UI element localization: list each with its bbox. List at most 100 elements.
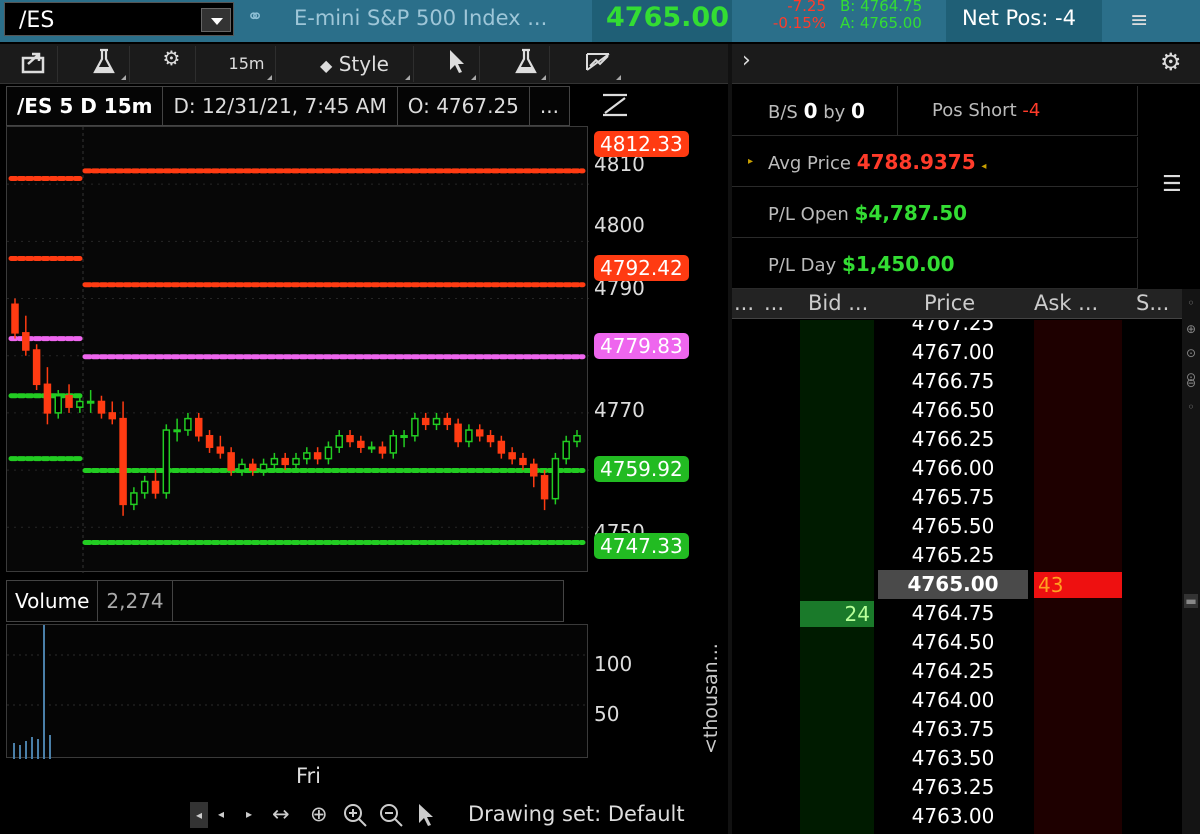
symbol-selector[interactable]: /ES [4, 2, 234, 36]
candle-body [432, 417, 441, 426]
net-change-percent: -0.15% [772, 14, 826, 32]
ladder-price-row[interactable]: 4763.75 [878, 715, 1028, 744]
candle-body [130, 492, 138, 506]
candle-body [508, 452, 516, 460]
candle-body [11, 303, 19, 334]
pointer-icon[interactable] [416, 802, 436, 833]
zoom-out-icon[interactable]: ⊖ [1184, 376, 1198, 390]
share-icon[interactable] [10, 46, 58, 82]
candle-body [76, 400, 84, 408]
flask-icon[interactable] [502, 46, 550, 82]
crosshair-icon[interactable]: ⊕ [310, 802, 328, 826]
ladder-price-row[interactable]: 4766.50 [878, 396, 1028, 425]
candle-body [389, 435, 398, 454]
gear-icon[interactable]: ⚙ [1160, 48, 1182, 76]
zoom-in-icon[interactable] [342, 802, 368, 833]
volume-bar-group [13, 625, 51, 759]
candle-body [238, 463, 246, 471]
scroll-icon[interactable]: ⊙ [1184, 346, 1198, 360]
ladder-price-row[interactable]: 4766.75 [878, 367, 1028, 396]
pl-open-label: P/L Open [768, 204, 849, 225]
ladder-col-header[interactable]: ... [764, 291, 784, 315]
net-position: Net Pos: -4 [962, 6, 1076, 30]
price-header[interactable]: Price [924, 291, 975, 315]
small-arrow-icon[interactable]: ◂ [218, 807, 224, 821]
price-column[interactable]: 4767.25 4767.00 4766.75 4766.50 4766.25 4766.… [878, 320, 1028, 834]
bid-size-cell[interactable]: 24 [800, 601, 874, 627]
ladder-price-row[interactable]: 4766.25 [878, 425, 1028, 454]
scroll-icon[interactable]: ◦ [1184, 400, 1198, 414]
scroll-up-icon[interactable]: ◦ [1184, 296, 1198, 310]
cursor-icon[interactable] [432, 46, 480, 82]
ladder-price-row[interactable]: 4765.25 [878, 541, 1028, 570]
zoom-fit-icon[interactable]: ↔ [272, 802, 290, 826]
link-icon[interactable]: ⚭ [244, 4, 266, 34]
bs-cell: B/S 0 by 0 [732, 86, 898, 136]
bid-size-header[interactable]: Bid ... [808, 291, 868, 315]
chart-symbol-period[interactable]: /ES 5 D 15m [7, 87, 164, 125]
left-arrow-icon: ▸ [748, 156, 754, 167]
ladder-price-row[interactable]: 4767.25 [878, 320, 1028, 338]
ladder-price-row[interactable]: 4764.25 [878, 657, 1028, 686]
candle-body [346, 435, 354, 443]
gear-icon[interactable]: ⚙ [148, 46, 196, 82]
symbol-dropdown-button[interactable] [201, 8, 231, 32]
candle-body [173, 429, 181, 433]
price-plot[interactable] [6, 126, 589, 573]
sell-header[interactable]: S... [1136, 291, 1169, 315]
position-menu-icon[interactable]: ☰ [1162, 172, 1182, 197]
chart-header-more[interactable]: ... [530, 87, 569, 125]
ladder-price-row[interactable]: 4765.75 [878, 483, 1028, 512]
candle-body [65, 394, 73, 408]
candlestick-chart[interactable] [7, 127, 589, 573]
center-button[interactable]: ▬ [1184, 594, 1198, 608]
ladder-price-row[interactable]: 4766.00 [878, 454, 1028, 483]
price-ladder[interactable]: 4767.25 4767.00 4766.75 4766.50 4766.25 4766.… [732, 320, 1182, 834]
ladder-price-row[interactable]: 4763.00 [878, 802, 1028, 831]
net-change-value: -7.25 [787, 0, 826, 15]
drawing-icon[interactable] [600, 90, 630, 120]
volume-plot[interactable] [6, 624, 589, 759]
bs-qty: 0 [803, 99, 818, 123]
volume-label[interactable]: Volume [7, 581, 99, 621]
style-button[interactable]: ◆ Style [296, 46, 414, 82]
current-price-row[interactable]: 4765.00 [878, 570, 1028, 599]
ask-size-cell[interactable]: 43 [1034, 572, 1122, 598]
candle-body [205, 435, 214, 448]
right-arrow-icon: ◂ [981, 161, 987, 172]
zoom-in-icon[interactable]: ⊕ [1184, 322, 1198, 336]
ladder-price-row[interactable]: 4764.50 [878, 628, 1028, 657]
candle-body [292, 457, 300, 466]
zoom-out-icon[interactable] [378, 802, 404, 833]
ask-size-header[interactable]: Ask ... [1034, 291, 1098, 315]
ladder-price-row[interactable]: 4764.75 [878, 599, 1028, 628]
bid-column[interactable] [800, 320, 874, 834]
ladder-col-header[interactable]: ... [734, 291, 754, 315]
candle-body [562, 440, 570, 460]
studies-flask-icon[interactable] [78, 46, 130, 82]
bs-price: 0 [851, 99, 865, 123]
drawing-set-selector[interactable]: Drawing set: Default [468, 802, 685, 826]
symbol-text[interactable]: /ES [19, 8, 54, 33]
pl-open-value: $4,787.50 [854, 201, 968, 225]
candle-body [270, 457, 279, 466]
drawing-tools-icon[interactable] [572, 46, 624, 82]
price-level-tag: 4759.92 [594, 456, 689, 482]
position-cell: Pos Short -4 [898, 86, 1138, 136]
active-trader-toolbar [732, 44, 1200, 84]
timeframe-button[interactable]: 15m [218, 46, 276, 82]
chart-header: /ES 5 D 15m D: 12/31/21, 7:45 AM O: 4767… [6, 86, 570, 126]
menu-icon[interactable]: ≡ [1130, 8, 1158, 34]
ladder-price-row[interactable]: 4763.25 [878, 773, 1028, 802]
price-level-tag: 4812.33 [594, 131, 689, 157]
chart-toolbar: ⚙ 15m ◆ Style [0, 44, 728, 84]
ladder-price-row[interactable]: 4765.50 [878, 512, 1028, 541]
scroll-left-icon[interactable]: ◂ [190, 802, 208, 828]
ladder-price-row[interactable]: 4767.00 [878, 338, 1028, 367]
small-arrow-icon[interactable]: ▸ [246, 807, 252, 821]
collapse-arrow-icon[interactable]: › [742, 48, 751, 73]
timeframe-label: 15m [228, 54, 265, 73]
price-level-tag: 4779.83 [594, 333, 689, 359]
ladder-price-row[interactable]: 4763.50 [878, 744, 1028, 773]
ladder-price-row[interactable]: 4764.00 [878, 686, 1028, 715]
